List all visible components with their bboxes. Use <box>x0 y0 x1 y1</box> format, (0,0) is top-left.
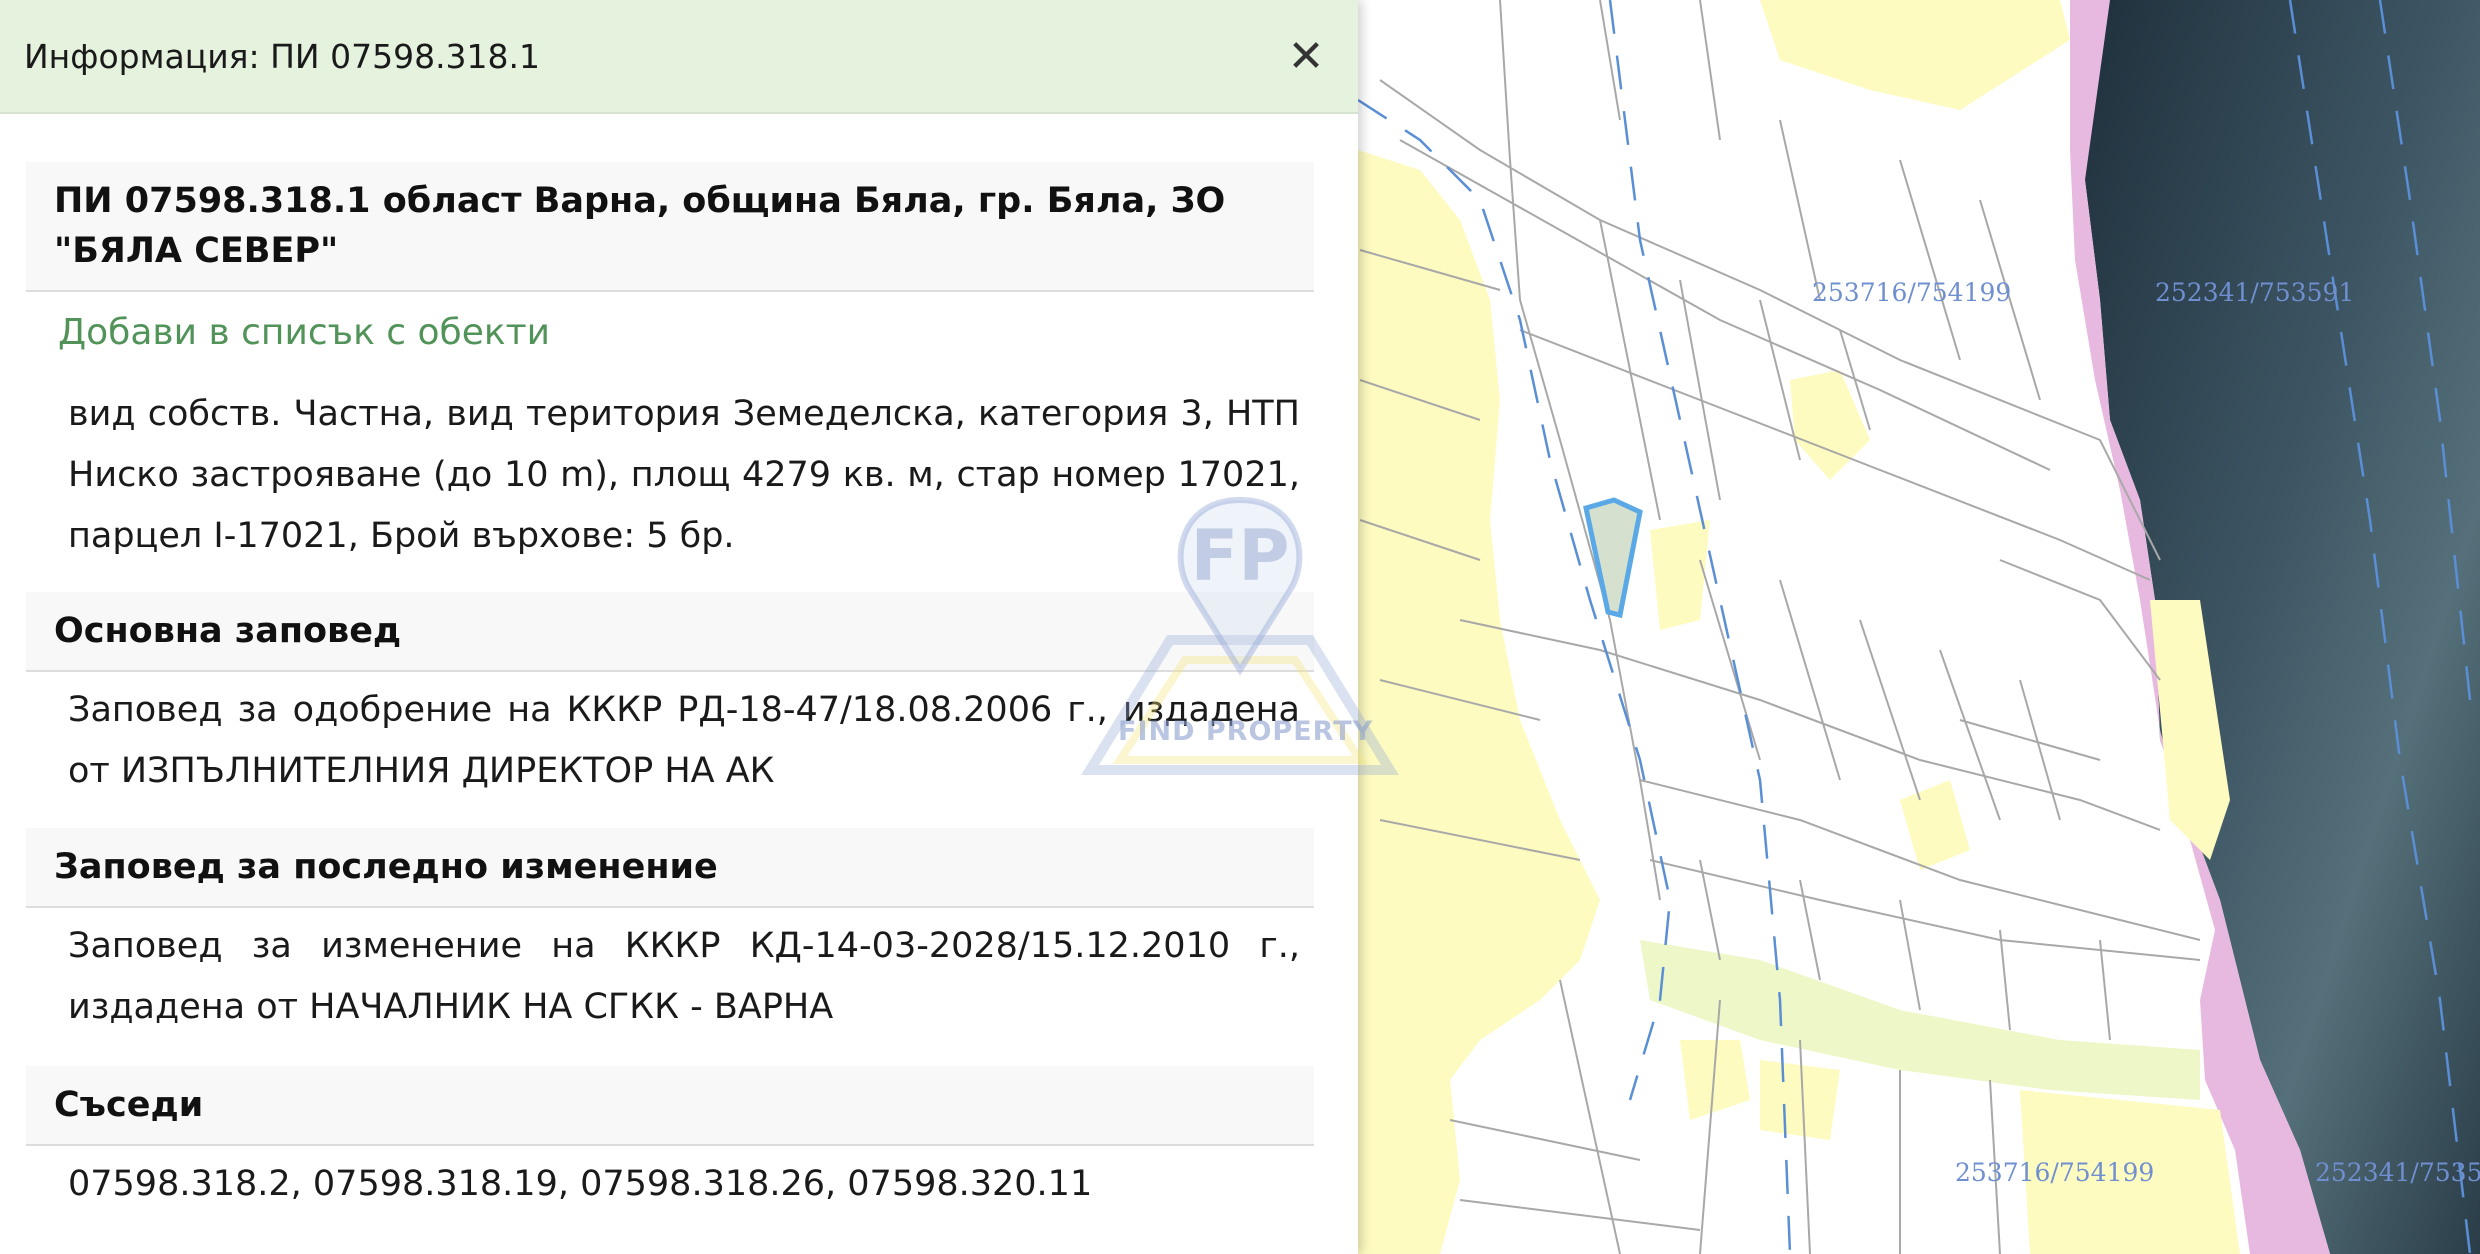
panel-header: Информация: ПИ 07598.318.1 ✕ <box>0 0 1358 114</box>
close-icon: ✕ <box>1287 30 1325 82</box>
watermark-text: FIND PROPERTY <box>1118 716 1374 747</box>
map-coordinate-label: 252341/753591 <box>2155 278 2355 307</box>
info-panel: Информация: ПИ 07598.318.1 ✕ ПИ 07598.31… <box>0 0 1358 1254</box>
property-description: вид собств. Частна, вид територия Земеде… <box>68 394 1300 556</box>
section-heading-last-change: Заповед за последно изменение <box>26 828 1314 908</box>
yellow-parcel-e <box>1760 1060 1840 1140</box>
add-to-list-link[interactable]: Добави в списък с обекти <box>58 312 550 353</box>
section-heading-neighbours: Съседи <box>26 1066 1314 1146</box>
map-coordinate-label: 253716/754199 <box>1955 1158 2155 1187</box>
main-order-text: Заповед за одобрение на КККР РД-18-47/18… <box>68 690 1300 791</box>
map-coordinate-label: 252341/75359 <box>2315 1158 2480 1187</box>
panel-title: Информация: ПИ 07598.318.1 <box>24 36 541 76</box>
section-heading-main-order: Основна заповед <box>26 592 1314 672</box>
neighbours-text: 07598.318.2, 07598.318.19, 07598.318.26,… <box>68 1164 1093 1204</box>
map-coordinate-label: 253716/754199 <box>1812 278 2012 307</box>
close-button[interactable]: ✕ <box>1276 26 1336 86</box>
last-change-text: Заповед за изменение на КККР КД-14-03-20… <box>68 926 1300 1027</box>
property-heading: ПИ 07598.318.1 област Варна, община Бяла… <box>26 162 1314 292</box>
